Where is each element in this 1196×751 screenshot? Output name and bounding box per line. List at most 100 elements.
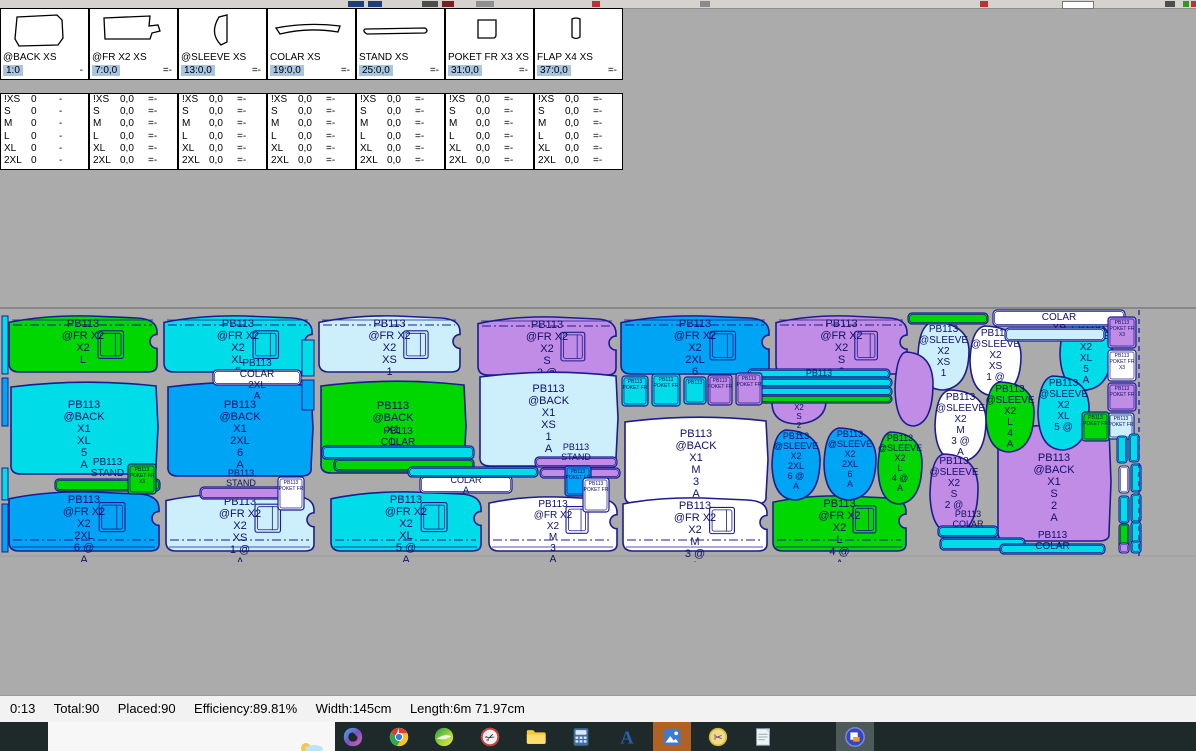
marker-piece-strip[interactable] <box>750 378 892 387</box>
marker-piece-back[interactable]: PB113@BACKX1M3A <box>625 417 768 504</box>
piece-id-value[interactable]: 19:0,0 <box>270 65 304 76</box>
marker-piece-sleeve[interactable]: PB113@SLEEVEX22XL6 @A <box>772 430 820 500</box>
piece-panel-sleeve[interactable]: @SLEEVE XS13:0,0=- <box>178 8 267 80</box>
piece-id-value[interactable]: 7:0,0 <box>92 65 120 76</box>
size-quantity-table[interactable]: !XS0,0=-S0,0=-M0,0=-L0,0=-XL0,0=-2XL0,0=… <box>89 93 178 170</box>
marker-piece-sliver[interactable] <box>2 378 8 426</box>
marker-piece-pocket[interactable]: PB113POKET FRX3 <box>1108 317 1136 348</box>
size-quantity-table[interactable]: !XS0-S0-M0-L0-XL0-2XL0- <box>0 93 89 170</box>
piece-panel-front[interactable]: @FR X2 XS7:0,0=- <box>89 8 178 80</box>
marker-piece-pocket[interactable]: PB113 <box>684 377 706 404</box>
taskbar-icon-notepad[interactable] <box>744 722 782 751</box>
marker-piece-sliver[interactable] <box>2 504 8 552</box>
marker-piece-pocket[interactable]: PB113POKET FR <box>652 374 680 406</box>
toolbar-button-fragment[interactable] <box>1062 1 1094 9</box>
size-quantity-suffix: =- <box>415 155 424 167</box>
marker-piece-strip[interactable] <box>754 395 892 403</box>
marker-piece-back[interactable]: PB113@BACKX1XS1A <box>480 372 618 466</box>
taskbar-search-box[interactable] <box>48 722 335 751</box>
marker-piece-sleeve[interactable]: PB113@SLEEVEX2L4A <box>985 382 1034 452</box>
marker-piece-sliver[interactable] <box>2 316 8 374</box>
marker-piece-sleeve[interactable]: PB113@SLEEVEX2L4 @A <box>878 432 922 504</box>
toolbar-button-fragment[interactable] <box>476 1 494 7</box>
marker-piece-sleeve[interactable] <box>895 352 933 426</box>
marker-piece-strip[interactable] <box>408 467 538 477</box>
taskbar-icon-app-a[interactable]: A <box>608 722 646 751</box>
marker-piece-front[interactable]: PB113@FR X2X2L <box>9 316 157 372</box>
marker-piece-back[interactable]: PB113@BACKX12XL6A <box>168 382 313 476</box>
marker-piece-pocket[interactable]: PB113POKET FR <box>583 478 609 512</box>
marker-piece-pocket[interactable]: PB113POKET FR <box>1082 412 1109 441</box>
marker-piece-front[interactable]: PB113@FR X2X2XL5 <box>164 316 312 378</box>
piece-id-value[interactable]: 37:0,0 <box>537 65 571 76</box>
piece-panel-pocket[interactable]: POKET FR X3 XS31:0,0=- <box>445 8 534 80</box>
size-quantity-table[interactable]: !XS0,0=-S0,0=-M0,0=-L0,0=-XL0,0=-2XL0,0=… <box>267 93 356 170</box>
marker-piece-pocket[interactable]: PB113POKET FR <box>708 375 733 405</box>
piece-panel-stand[interactable]: STAND XS25:0,0=- <box>356 8 445 80</box>
piece-id-value[interactable]: 1:0 <box>3 65 23 76</box>
toolbar-button-fragment[interactable] <box>980 1 988 7</box>
marker-piece-front[interactable]: PB113@FR X2X2XS1 <box>319 316 460 378</box>
toolbar-button-fragment[interactable] <box>592 1 600 7</box>
taskbar-icon-marker-app[interactable] <box>836 722 874 751</box>
marker-piece-front[interactable]: PB113@FR X2X2XL5 @A <box>331 492 481 562</box>
marker-piece-flap[interactable] <box>1129 434 1139 462</box>
marker-piece-strip[interactable] <box>908 313 988 324</box>
piece-panel-flap[interactable]: FLAP X4 XS37:0,0=- <box>534 8 623 80</box>
marker-piece-pocket[interactable]: PB113POKET FR <box>736 373 762 405</box>
piece-panel-back[interactable]: @BACK XS1:0- <box>0 8 89 80</box>
size-quantity-value: 0,0 <box>298 106 312 118</box>
marker-piece-front[interactable]: PB113@FR X2X2S2 @ <box>478 317 616 379</box>
marker-piece-back[interactable]: PB113@BACKX1XL5A <box>11 382 158 474</box>
taskbar-icon-snip-red[interactable]: ✂ <box>471 722 509 751</box>
toolbar-button-fragment[interactable] <box>1165 1 1175 7</box>
toolbar-button-fragment[interactable] <box>368 1 382 7</box>
marker-piece-front[interactable]: PB113@FR X2X2M3 @A <box>623 498 767 562</box>
marker-piece-flap[interactable] <box>1131 464 1141 492</box>
marker-canvas[interactable]: PB113@FR X2X2LPB113@FR X2X2XL5PB113@FR X… <box>0 306 1196 562</box>
taskbar-icon-explorer[interactable] <box>517 722 555 751</box>
size-quantity-table[interactable]: !XS0,0=-S0,0=-M0,0=-L0,0=-XL0,0=-2XL0,0=… <box>534 93 623 170</box>
marker-piece-sliver[interactable] <box>2 468 8 500</box>
marker-piece-strip[interactable] <box>1005 328 1105 341</box>
toolbar-button-fragment[interactable] <box>1183 1 1189 7</box>
piece-label-line: S <box>838 354 845 366</box>
taskbar-icon-browser-green[interactable] <box>425 722 463 751</box>
piece-panel-collar[interactable]: COLAR XS19:0,0=- <box>267 8 356 80</box>
piece-id-value[interactable]: 31:0,0 <box>448 65 482 76</box>
marker-piece-flap[interactable] <box>1119 543 1129 553</box>
marker-piece-flap[interactable] <box>1117 436 1127 463</box>
marker-piece-pocket[interactable]: PB113POKET FRX3 <box>128 464 156 494</box>
marker-piece-sliver[interactable] <box>302 380 314 410</box>
marker-piece-pocket[interactable]: PB113POKET FR <box>622 376 648 406</box>
marker-piece-sleeve[interactable]: PB113@SLEEVEX2M3 @A <box>935 390 986 462</box>
toolbar-button-fragment[interactable] <box>348 1 364 7</box>
taskbar-icon-chrome[interactable] <box>380 722 418 751</box>
taskbar-icon-copilot[interactable] <box>334 722 372 751</box>
taskbar-icon-calculator[interactable] <box>562 722 600 751</box>
size-quantity-table[interactable]: !XS0,0=-S0,0=-M0,0=-L0,0=-XL0,0=-2XL0,0=… <box>178 93 267 170</box>
toolbar-button-fragment[interactable] <box>442 1 454 7</box>
marker-piece-front[interactable]: PB113@FR X2X22XL6 @A <box>9 492 159 562</box>
taskbar-icon-photos[interactable] <box>653 722 691 751</box>
marker-piece-pocket[interactable]: PB113POKET FR <box>278 477 304 510</box>
taskbar-icon-scissors-gold[interactable]: ✂ <box>699 722 737 751</box>
marker-piece-pocket[interactable]: PB113POKET FR <box>1108 383 1136 411</box>
size-quantity-table[interactable]: !XS0,0=-S0,0=-M0,0=-L0,0=-XL0,0=-2XL0,0=… <box>445 93 534 170</box>
toolbar-button-fragment[interactable] <box>1191 1 1196 7</box>
marker-piece-sleeve[interactable]: PB113@SLEEVEX2XL5 @ <box>1038 376 1089 450</box>
toolbar-button-fragment[interactable] <box>700 1 710 7</box>
marker-piece-front[interactable]: PB113@FR X2X2L4 @A <box>773 496 906 562</box>
marker-piece-sleeve[interactable]: PB113@SLEEVEX22XL6A <box>824 428 876 500</box>
marker-piece-flap[interactable] <box>1119 466 1129 493</box>
marker-piece-flap[interactable] <box>1119 496 1129 523</box>
marker-piece-pocket[interactable]: PB113POKET FRX3 <box>1108 350 1136 381</box>
toolbar-button-fragment[interactable] <box>422 1 438 7</box>
size-quantity-suffix: =- <box>326 131 335 143</box>
piece-id-value[interactable]: 13:0,0 <box>181 65 215 76</box>
piece-label-line: 3 <box>550 543 556 554</box>
marker-piece-sliver[interactable] <box>302 340 314 376</box>
size-quantity-table[interactable]: !XS0,0=-S0,0=-M0,0=-L0,0=-XL0,0=-2XL0,0=… <box>356 93 445 170</box>
size-row: !XS0,0=- <box>179 94 266 106</box>
piece-id-value[interactable]: 25:0,0 <box>359 65 393 76</box>
